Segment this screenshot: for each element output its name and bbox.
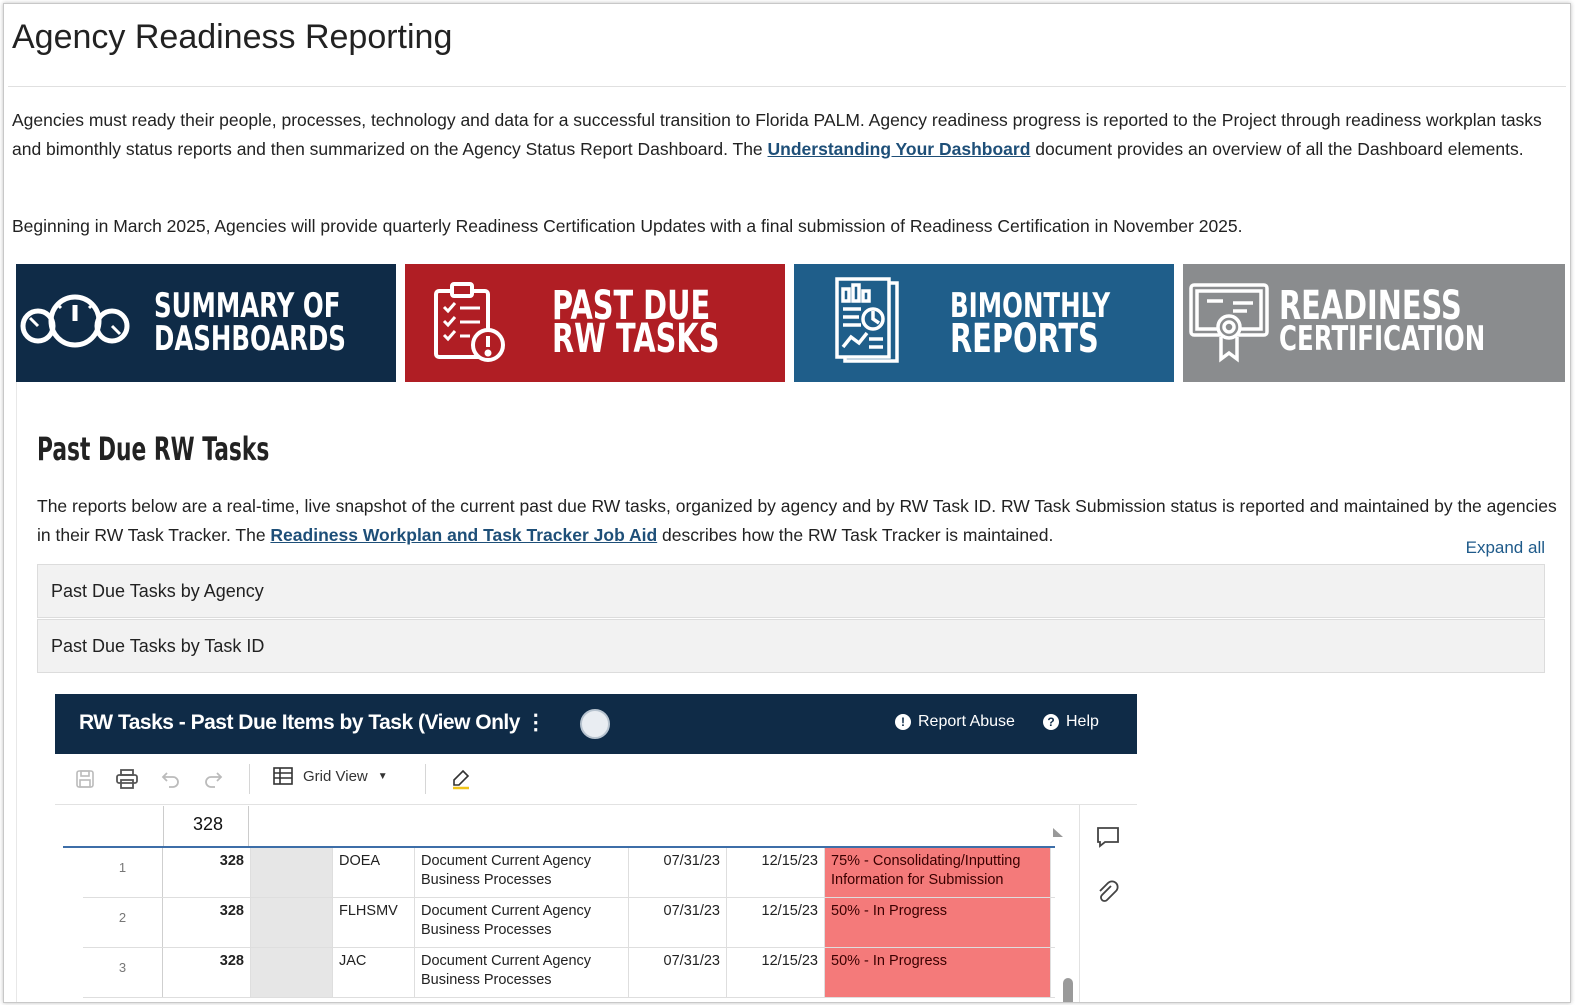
cell-agency[interactable]: FLHSMV — [333, 898, 415, 947]
intro-text-2: document provides an overview of all the… — [1030, 139, 1524, 159]
tile-past-due-rw-tasks[interactable]: PAST DUE RW TASKS — [405, 264, 785, 382]
cell-hidden-column[interactable] — [251, 898, 333, 947]
print-icon[interactable] — [115, 767, 139, 791]
sheet-title-text: RW Tasks - Past Due Items by Task (View … — [79, 711, 520, 734]
row-number: 3 — [83, 948, 163, 997]
more-options-icon[interactable]: ⋮ — [525, 711, 546, 734]
table-row[interactable]: 2 328 FLHSMV Document Current Agency Bus… — [83, 898, 1055, 948]
cell-hidden-column[interactable] — [251, 948, 333, 997]
cell-due-date[interactable]: 07/31/23 — [629, 848, 727, 897]
clipboard-alert-icon — [405, 281, 534, 365]
section-description: The reports below are a real-time, live … — [37, 492, 1557, 550]
cell-report-date[interactable]: 12/15/23 — [727, 898, 825, 947]
table-row[interactable]: 1 328 DOEA Document Current Agency Busin… — [83, 848, 1055, 898]
title-divider — [8, 86, 1566, 87]
comment-icon[interactable] — [1095, 824, 1121, 850]
grid-icon — [273, 767, 293, 785]
accordion-past-due-by-agency[interactable]: Past Due Tasks by Agency — [37, 564, 1545, 618]
help-icon: ? — [1043, 714, 1059, 730]
row-number: 1 — [83, 848, 163, 897]
caret-down-icon: ▼ — [377, 770, 388, 782]
cell-agency[interactable]: JAC — [333, 948, 415, 997]
cell-task-id[interactable]: 328 — [163, 898, 251, 947]
grid-view-label: Grid View — [303, 767, 368, 785]
expand-all-link[interactable]: Expand all — [1466, 538, 1545, 558]
gauges-icon — [16, 293, 134, 353]
cell-report-date[interactable]: 12/15/23 — [727, 848, 825, 897]
header-task-id: 328 — [163, 806, 249, 846]
vertical-scrollbar[interactable] — [1063, 978, 1073, 1002]
attachment-icon[interactable] — [1095, 880, 1121, 906]
cell-task-name[interactable]: Document Current Agency Business Process… — [415, 898, 629, 947]
certificate-icon — [1183, 281, 1277, 365]
tile-readiness-certification[interactable]: READINESS CERTIFICATION — [1183, 264, 1565, 382]
help-label: Help — [1066, 713, 1099, 730]
save-icon[interactable] — [73, 767, 97, 791]
cell-task-name[interactable]: Document Current Agency Business Process… — [415, 848, 629, 897]
publish-globe-icon[interactable] — [580, 709, 610, 739]
section-title: Past Due RW Tasks — [37, 430, 270, 468]
past-due-section: Past Due RW Tasks The reports below are … — [16, 382, 1563, 1002]
cell-hidden-column[interactable] — [251, 848, 333, 897]
grid-header-row: 328 — [63, 806, 1063, 848]
embedded-sheet: RW Tasks - Past Due Items by Task (View … — [55, 694, 1137, 1002]
tile-summary-of-dashboards[interactable]: SUMMARY OF DASHBOARDS — [16, 264, 396, 382]
tile-label-line2: REPORTS — [950, 316, 1099, 362]
understanding-dashboard-link[interactable]: Understanding Your Dashboard — [768, 139, 1031, 159]
report-pages-icon — [794, 277, 944, 369]
job-aid-link[interactable]: Readiness Workplan and Task Tracker Job … — [270, 525, 657, 545]
redo-icon[interactable] — [201, 767, 225, 791]
accordion-past-due-by-task-id[interactable]: Past Due Tasks by Task ID — [37, 619, 1545, 673]
cell-agency[interactable]: DOEA — [333, 848, 415, 897]
cell-task-id[interactable]: 328 — [163, 948, 251, 997]
header-corner — [83, 806, 164, 846]
report-abuse-label: Report Abuse — [918, 713, 1015, 730]
report-abuse-button[interactable]: ! Report Abuse — [895, 713, 1015, 731]
cell-task-name[interactable]: Document Current Agency Business Process… — [415, 948, 629, 997]
toolbar-divider — [425, 764, 426, 794]
alert-icon: ! — [895, 714, 911, 730]
undo-icon[interactable] — [159, 767, 183, 791]
intro-paragraph: Agencies must ready their people, proces… — [12, 106, 1557, 164]
highlight-icon[interactable] — [449, 767, 473, 791]
page-frame: Agency Readiness Reporting Agencies must… — [3, 3, 1571, 1003]
table-row[interactable]: 3 328 JAC Document Current Agency Busine… — [83, 948, 1055, 998]
sheet-toolbar: Grid View ▼ — [55, 754, 1137, 805]
cell-status[interactable]: 50% - In Progress — [825, 898, 1051, 947]
sheet-title: RW Tasks - Past Due Items by Task (View … — [79, 710, 546, 735]
grid-view-dropdown[interactable]: Grid View ▼ — [273, 767, 388, 785]
page-title: Agency Readiness Reporting — [12, 18, 453, 56]
cell-report-date[interactable]: 12/15/23 — [727, 948, 825, 997]
tile-label-line2: RW TASKS — [552, 316, 720, 362]
side-panel-divider — [1079, 804, 1080, 1002]
tile-label-line2: CERTIFICATION — [1278, 319, 1485, 359]
cell-task-id[interactable]: 328 — [163, 848, 251, 897]
cell-status[interactable]: 75% - Consolidating/Inputting Informatio… — [825, 848, 1051, 897]
sheet-grid: 328 1 328 DOEA Document Current Agency B… — [63, 806, 1073, 1002]
section-desc-text-2: describes how the RW Task Tracker is mai… — [657, 525, 1054, 545]
row-number: 2 — [83, 898, 163, 947]
cell-due-date[interactable]: 07/31/23 — [629, 948, 727, 997]
toolbar-divider — [249, 764, 250, 794]
tile-label-line2: DASHBOARDS — [154, 319, 346, 359]
cell-due-date[interactable]: 07/31/23 — [629, 898, 727, 947]
intro-paragraph-2: Beginning in March 2025, Agencies will p… — [12, 216, 1243, 236]
sheet-header: RW Tasks - Past Due Items by Task (View … — [55, 694, 1137, 754]
help-button[interactable]: ? Help — [1043, 713, 1099, 731]
scroll-arrow-icon[interactable] — [1053, 828, 1063, 837]
tile-bimonthly-reports[interactable]: BIMONTHLY REPORTS — [794, 264, 1174, 382]
cell-status[interactable]: 50% - In Progress — [825, 948, 1051, 997]
